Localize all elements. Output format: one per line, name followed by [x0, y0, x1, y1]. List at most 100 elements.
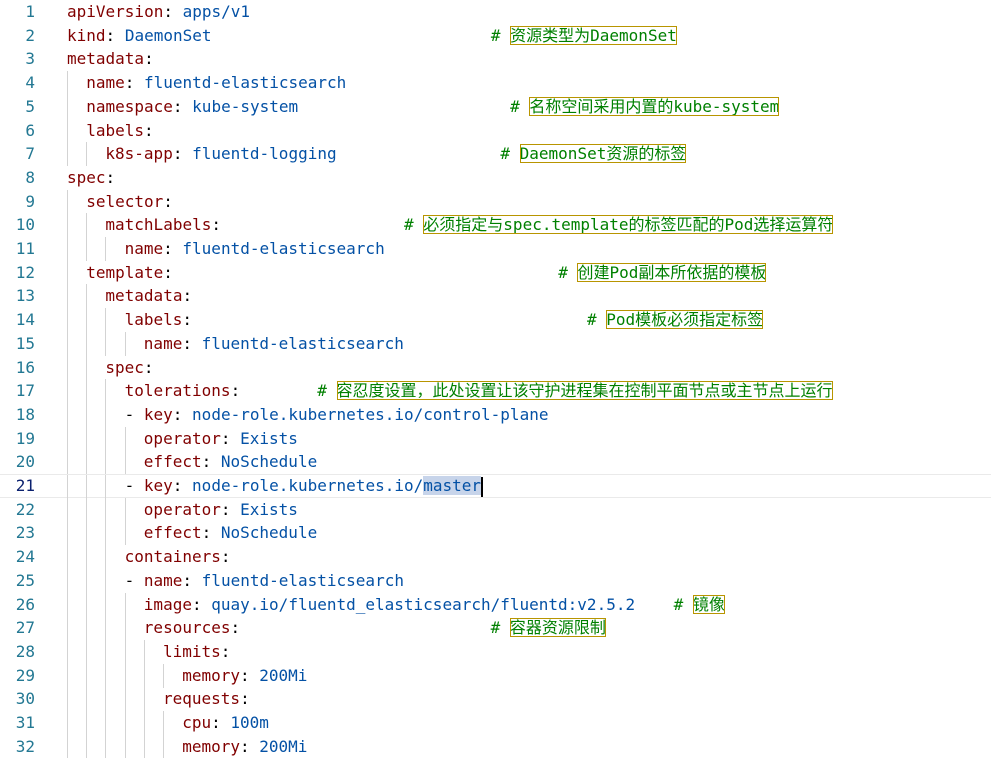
yaml-key: resources — [143, 618, 231, 638]
yaml-key: name — [143, 570, 183, 590]
line-content: effect: NoSchedule — [143, 523, 318, 543]
comment-padding — [173, 263, 558, 282]
indent-guide — [67, 402, 68, 427]
line-content: spec: — [105, 357, 154, 377]
comment-marker: # — [586, 310, 607, 330]
code-editor[interactable]: 1 apiVersion: apps/v1 2 kind: DaemonSet # 资… — [0, 0, 991, 758]
code-line[interactable]: 3 metadata: — [0, 47, 991, 71]
line-content: name: fluentd-elasticsearch — [124, 239, 385, 258]
line-content: matchLabels: # 必须指定与spec.template的标签匹配的P… — [105, 215, 834, 235]
indent-guide — [67, 663, 68, 688]
code-line[interactable]: 6 labels: — [0, 118, 991, 143]
comment-padding — [240, 381, 317, 400]
code-line[interactable]: 10 matchLabels: # 必须指定与spec.template的标签匹配… — [0, 213, 991, 238]
yaml-key: template — [86, 262, 164, 282]
line-content: memory: 200Mi — [182, 736, 308, 756]
line-number: 1 — [25, 2, 35, 21]
code-line[interactable]: 7 k8s-app: fluentd-logging # DaemonSet资源的… — [0, 142, 991, 167]
indent-guide — [124, 711, 126, 735]
comment-marker: # — [558, 262, 578, 282]
code-line[interactable]: 1 apiVersion: apps/v1 — [0, 0, 991, 24]
line-number: 3 — [25, 49, 35, 69]
indent-guide — [86, 331, 88, 356]
code-line[interactable]: 5 namespace: kube-system # 名称空间采用内置的kube-… — [0, 94, 991, 119]
line-number: 32 — [15, 736, 35, 756]
line-content: operator: Exists — [143, 428, 298, 448]
line-number: 14 — [15, 310, 35, 330]
code-line[interactable]: 16 spec: — [0, 355, 991, 380]
code-line[interactable]: 15 name: fluentd-elasticsearch — [0, 331, 991, 356]
indent-guide — [86, 687, 88, 712]
indent-guide — [105, 331, 107, 356]
indent-guide — [67, 497, 68, 522]
indent-guide — [86, 355, 88, 380]
line-number: 24 — [15, 547, 35, 567]
line-number: 8 — [25, 167, 35, 187]
line-number: 17 — [15, 381, 35, 401]
code-line[interactable]: 11 name: fluentd-elasticsearch — [0, 237, 991, 261]
line-number: 25 — [15, 570, 35, 590]
code-line[interactable]: 19 operator: Exists — [0, 426, 991, 451]
code-line[interactable]: 8 spec: — [0, 166, 991, 190]
code-line[interactable]: 20 effect: NoSchedule — [0, 450, 991, 475]
yaml-key: limits — [163, 641, 221, 661]
yaml-key: apiVersion — [67, 2, 164, 21]
yaml-key: name — [124, 239, 164, 258]
code-line[interactable]: 13 metadata: — [0, 284, 991, 309]
code-line[interactable]: 18 - key: node-role.kubernetes.io/control… — [0, 402, 991, 427]
code-line[interactable]: 26 image: quay.io/fluentd_elasticsearch/f… — [0, 592, 991, 617]
line-number: 10 — [15, 215, 35, 235]
comment-padding — [221, 215, 404, 234]
yaml-key: key — [143, 476, 173, 495]
yaml-key: requests — [163, 689, 241, 709]
yaml-key: memory — [182, 736, 240, 756]
line-content: template: # 创建Pod副本所依据的模板 — [86, 262, 767, 282]
indent-guide — [67, 94, 68, 119]
code-line[interactable]: 23 effect: NoSchedule — [0, 521, 991, 546]
indent-guide — [86, 545, 88, 570]
code-line[interactable]: 14 labels: # Pod模板必须指定标签 — [0, 308, 991, 333]
code-line[interactable]: 27 resources: # 容器资源限制 — [0, 616, 991, 641]
indent-guide — [67, 71, 68, 96]
code-line[interactable]: 25 - name: fluentd-elasticsearch — [0, 568, 991, 593]
code-line[interactable]: 32 memory: 200Mi — [0, 734, 991, 758]
yaml-value: fluentd-elasticsearch — [182, 239, 385, 258]
indent-guide — [124, 663, 126, 688]
yaml-value: apps/v1 — [182, 2, 251, 21]
line-number: 18 — [15, 404, 35, 424]
indent-guide — [86, 379, 88, 404]
code-line[interactable]: 24 containers: — [0, 545, 991, 570]
line-content: containers: — [124, 547, 231, 567]
code-line[interactable]: 2 kind: DaemonSet # 资源类型为DaemonSet — [0, 24, 991, 48]
code-line[interactable]: 22 operator: Exists — [0, 497, 991, 522]
indent-guide — [67, 616, 68, 641]
code-line[interactable]: 30 requests: — [0, 687, 991, 712]
yaml-key: labels — [124, 310, 183, 330]
yaml-key: containers — [124, 547, 221, 567]
code-line[interactable]: 31 cpu: 100m — [0, 711, 991, 735]
indent-guide — [67, 308, 68, 333]
line-content: limits: — [163, 641, 231, 661]
code-line[interactable]: 28 limits: — [0, 639, 991, 664]
code-line[interactable]: 4 name: fluentd-elasticsearch — [0, 71, 991, 96]
yaml-key: image — [143, 594, 192, 614]
code-line[interactable]: 21 - key: node-role.kubernetes.io/master — [0, 474, 991, 499]
yaml-key: spec — [67, 167, 106, 187]
code-line[interactable]: 17 tolerations: # 容忍度设置，此处设置让该守护进程集在控制平面节… — [0, 379, 991, 404]
yaml-key: labels — [86, 120, 144, 140]
yaml-value: NoSchedule — [220, 452, 318, 472]
line-content: selector: — [86, 191, 173, 211]
indent-guide — [105, 237, 107, 261]
indent-guide — [143, 639, 145, 664]
code-line[interactable]: 12 template: # 创建Pod副本所依据的模板 — [0, 260, 991, 285]
code-line[interactable]: 9 selector: — [0, 189, 991, 214]
line-content: resources: # 容器资源限制 — [143, 618, 606, 638]
indent-guide — [86, 426, 88, 451]
comment-padding — [298, 97, 510, 116]
selected-text[interactable]: master — [423, 476, 482, 495]
code-line[interactable]: 29 memory: 200Mi — [0, 663, 991, 688]
line-number: 2 — [25, 25, 35, 45]
indent-guide — [86, 142, 88, 167]
line-number: 16 — [15, 357, 35, 377]
indent-guide — [86, 450, 88, 475]
